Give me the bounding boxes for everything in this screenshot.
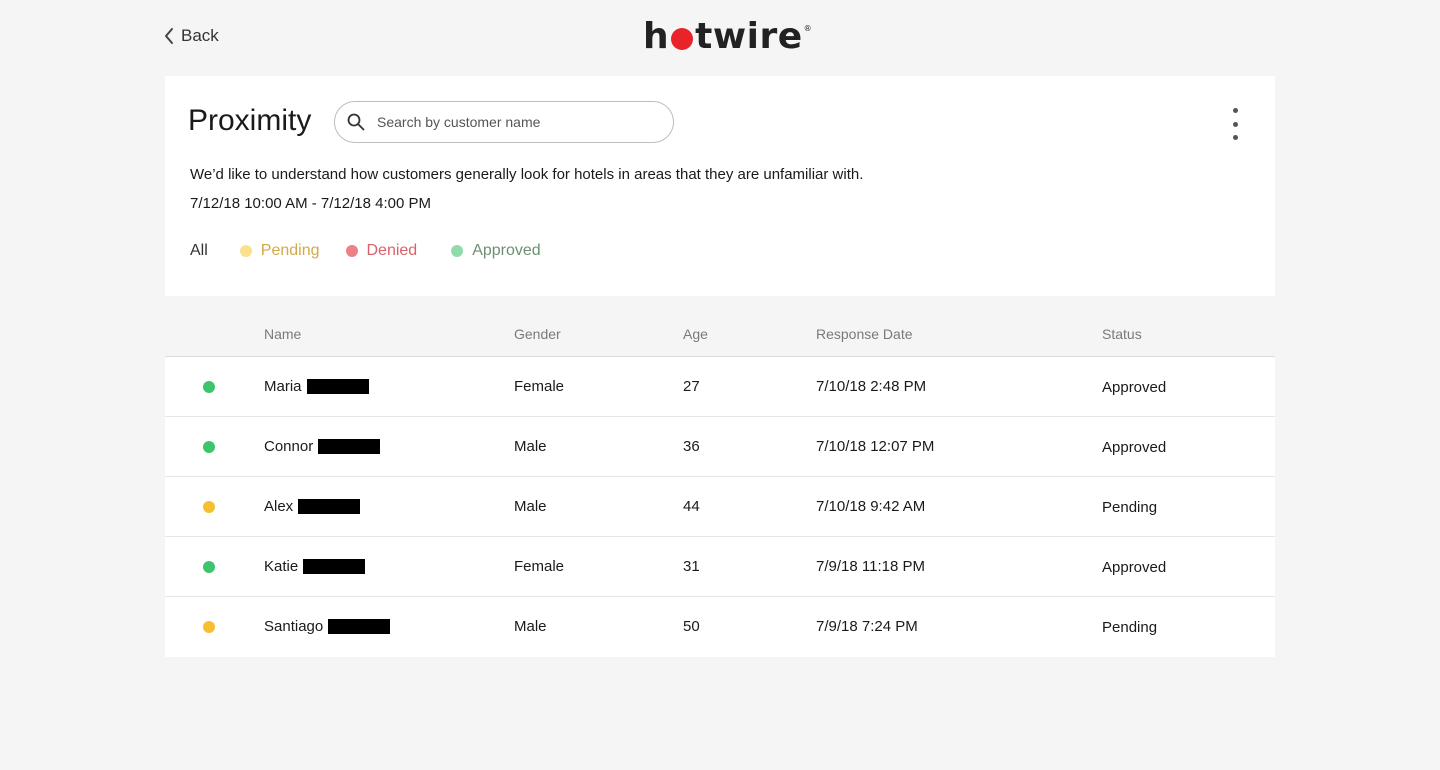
redacted-last-name: [303, 559, 366, 574]
logo-text-left: h: [643, 15, 670, 57]
pending-dot-icon: [239, 245, 252, 257]
status-dot-icon: [203, 381, 215, 393]
table-row[interactable]: Santiago Male 50 7/9/18 7:24 PM Pending: [165, 597, 1275, 657]
name-cell: Connor: [264, 438, 381, 455]
logo-registered-mark: ®: [803, 24, 813, 33]
page: Back h twire ® Proximity We’d like to un…: [0, 0, 1440, 770]
approved-dot-icon: [451, 245, 464, 257]
redacted-last-name: [328, 619, 391, 634]
chevron-left-icon: [165, 28, 173, 44]
table-row[interactable]: Connor Male 36 7/10/18 12:07 PM Approved: [165, 417, 1275, 477]
column-header-age[interactable]: Age: [683, 326, 708, 342]
back-label: Back: [181, 26, 219, 45]
status-cell: Approved: [1102, 439, 1167, 456]
response-date-cell: 7/10/18 12:07 PM: [816, 438, 935, 455]
customer-first-name: Katie: [264, 558, 299, 575]
name-cell: Alex: [264, 498, 361, 515]
status-cell: Pending: [1102, 619, 1158, 636]
study-header-card: Proximity We’d like to understand how cu…: [165, 76, 1275, 296]
response-date-cell: 7/9/18 11:18 PM: [816, 558, 925, 575]
column-header-name[interactable]: Name: [264, 326, 301, 342]
status-dot-icon: [203, 561, 215, 573]
filter-denied[interactable]: Denied: [345, 242, 418, 260]
customer-first-name: Alex: [264, 498, 294, 515]
table-header: Name Gender Age Response Date Status: [165, 312, 1275, 357]
status-filters: All Pending Denied Approved: [190, 242, 567, 260]
kebab-dot: [1232, 135, 1238, 140]
hotwire-logo[interactable]: h twire ®: [643, 14, 812, 58]
gender-cell: Male: [514, 618, 547, 635]
filter-pending-label: Pending: [260, 242, 320, 259]
kebab-dot: [1232, 121, 1238, 127]
gender-cell: Male: [514, 498, 547, 515]
gender-cell: Female: [514, 378, 565, 395]
page-title: Proximity: [188, 104, 312, 137]
filter-all[interactable]: All: [190, 242, 208, 260]
status-dot-icon: [203, 501, 215, 513]
study-description: We’d like to understand how customers ge…: [190, 166, 864, 183]
gender-cell: Male: [514, 438, 547, 455]
back-button[interactable]: Back: [163, 24, 219, 48]
redacted-last-name: [306, 379, 369, 394]
age-cell: 44: [683, 498, 700, 515]
logo-text-right: twire: [695, 15, 803, 57]
search-input[interactable]: [375, 113, 659, 131]
filter-all-label: All: [190, 242, 208, 259]
study-date-range: 7/12/18 10:00 AM - 7/12/18 4:00 PM: [190, 195, 431, 212]
filter-approved-label: Approved: [472, 242, 541, 259]
status-cell: Approved: [1102, 559, 1167, 576]
age-cell: 36: [683, 438, 700, 455]
filter-denied-label: Denied: [366, 242, 418, 259]
table-row[interactable]: Alex Male 44 7/10/18 9:42 AM Pending: [165, 477, 1275, 537]
name-cell: Maria: [264, 378, 369, 395]
search-icon: [347, 113, 365, 131]
customer-first-name: Santiago: [264, 618, 324, 635]
redacted-last-name: [298, 499, 361, 514]
gender-cell: Female: [514, 558, 565, 575]
logo-dot: [671, 28, 694, 50]
response-date-cell: 7/10/18 2:48 PM: [816, 378, 927, 395]
kebab-dot: [1232, 108, 1238, 113]
denied-dot-icon: [345, 245, 358, 257]
redacted-last-name: [318, 439, 381, 454]
response-date-cell: 7/10/18 9:42 AM: [816, 498, 926, 515]
name-cell: Katie: [264, 558, 366, 575]
customer-first-name: Maria: [264, 378, 302, 395]
column-header-gender[interactable]: Gender: [514, 326, 561, 342]
customer-first-name: Connor: [264, 438, 314, 455]
status-dot-icon: [203, 621, 215, 633]
column-header-status[interactable]: Status: [1102, 326, 1142, 342]
column-header-response-date[interactable]: Response Date: [816, 326, 913, 342]
status-dot-icon: [203, 441, 215, 453]
table-row[interactable]: Maria Female 27 7/10/18 2:48 PM Approved: [165, 357, 1275, 417]
age-cell: 50: [683, 618, 700, 635]
table-row[interactable]: Katie Female 31 7/9/18 11:18 PM Approved: [165, 537, 1275, 597]
response-date-cell: 7/9/18 7:24 PM: [816, 618, 918, 635]
status-cell: Approved: [1102, 379, 1167, 396]
filter-approved[interactable]: Approved: [451, 242, 541, 260]
name-cell: Santiago: [264, 618, 391, 635]
age-cell: 31: [683, 558, 700, 575]
status-cell: Pending: [1102, 499, 1158, 516]
table-body: Maria Female 27 7/10/18 2:48 PM Approved…: [165, 357, 1275, 657]
age-cell: 27: [683, 378, 700, 395]
more-options-button[interactable]: [1225, 108, 1245, 140]
search-box[interactable]: [334, 101, 674, 143]
filter-pending[interactable]: Pending: [239, 242, 320, 260]
